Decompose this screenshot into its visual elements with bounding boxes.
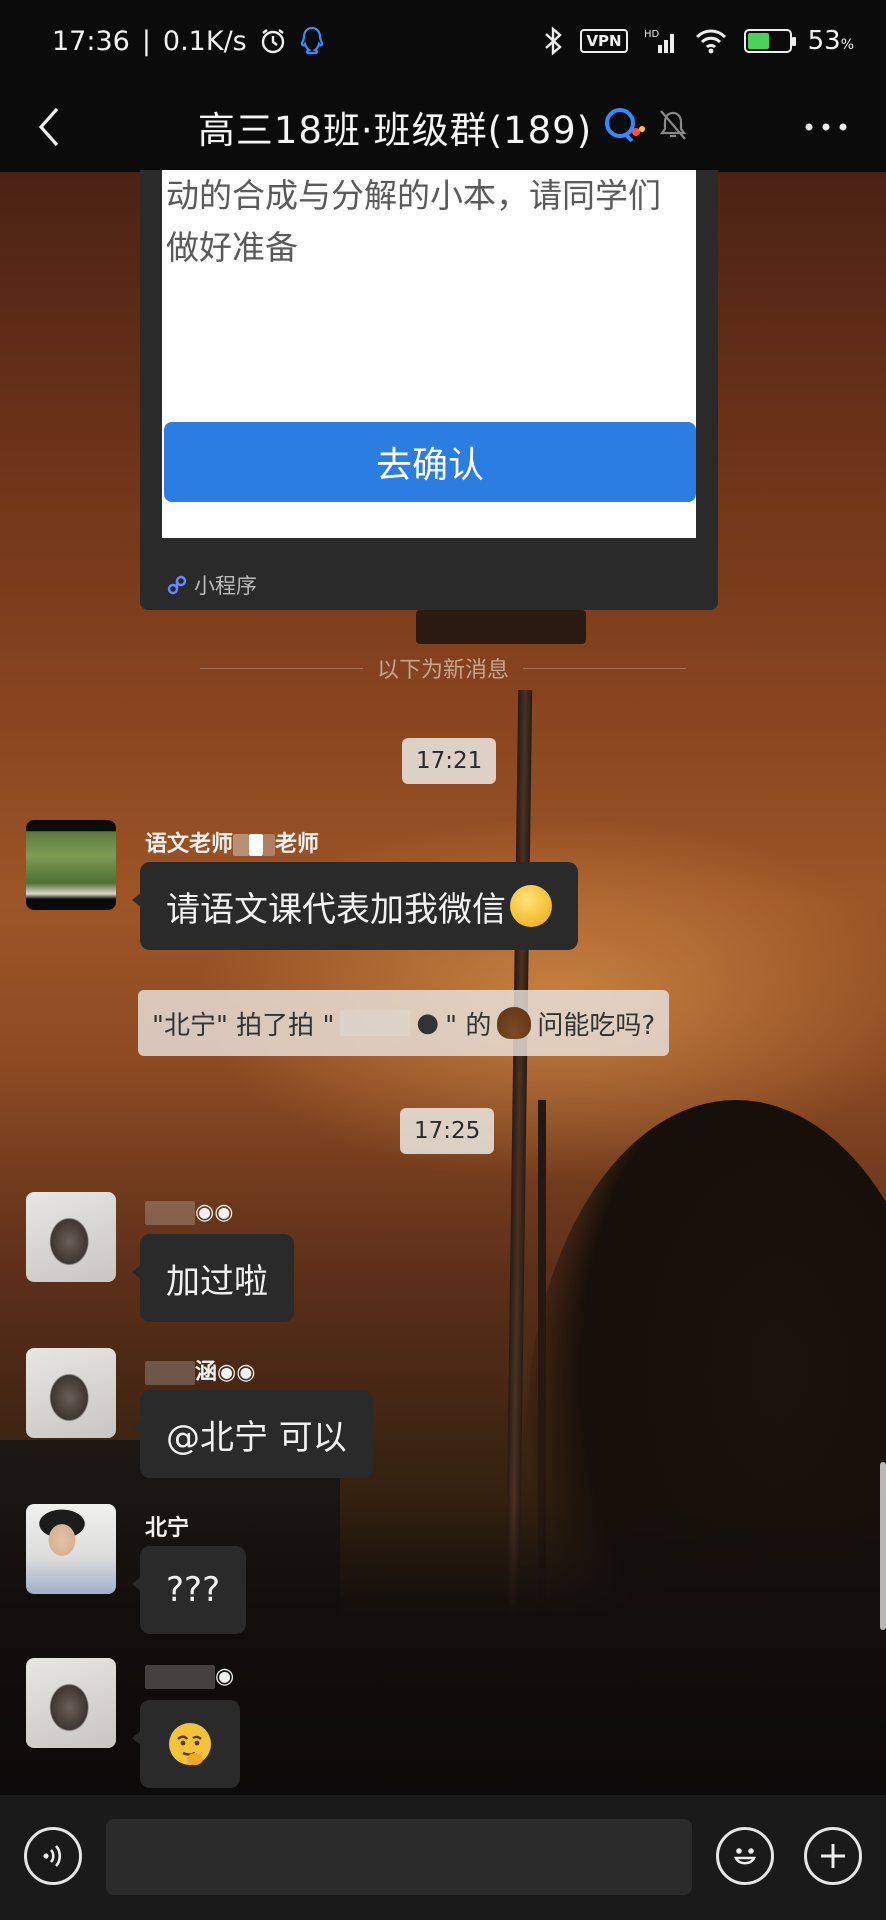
avatar[interactable] bbox=[26, 1658, 116, 1748]
background-city bbox=[0, 1500, 886, 1795]
add-button[interactable] bbox=[804, 1827, 862, 1885]
svg-text:HD: HD bbox=[644, 29, 660, 40]
card-footer: 小程序 bbox=[166, 570, 257, 600]
qq-icon bbox=[299, 26, 325, 56]
eyes-emoji-icon: ◉◉ bbox=[195, 1200, 234, 1225]
chat-title[interactable]: 高三18班·班级群(189) bbox=[198, 100, 592, 154]
eye-emoji-icon: ● bbox=[416, 1008, 440, 1038]
new-messages-label: 以下为新消息 bbox=[377, 658, 510, 683]
sender-name[interactable]: 涵◉◉ bbox=[145, 1354, 255, 1386]
message-bubble[interactable]: @北宁 可以 bbox=[132, 1390, 373, 1478]
mute-bell-icon[interactable] bbox=[658, 109, 688, 145]
alarm-icon bbox=[259, 27, 287, 55]
battery-icon bbox=[743, 29, 796, 53]
plus-icon bbox=[821, 1844, 845, 1868]
input-bar bbox=[0, 1795, 886, 1920]
signal-icon: HD bbox=[644, 27, 678, 55]
avatar[interactable] bbox=[26, 1348, 116, 1438]
voice-button[interactable] bbox=[24, 1827, 82, 1885]
avatar[interactable] bbox=[26, 1504, 116, 1594]
poop-emoji-icon bbox=[497, 1007, 532, 1039]
bluetooth-icon bbox=[542, 26, 564, 56]
eye-emoji-icon: ◉ bbox=[215, 1664, 235, 1689]
confirm-button[interactable]: 去确认 bbox=[164, 422, 696, 502]
timestamp-chip: 17:25 bbox=[400, 1108, 495, 1154]
sender-name[interactable]: ◉ bbox=[145, 1664, 234, 1689]
more-dots-icon bbox=[805, 123, 847, 131]
status-time: 17:36 bbox=[52, 25, 130, 57]
timestamp-chip: 17:21 bbox=[402, 738, 497, 784]
message-bubble[interactable]: ??? bbox=[131, 1546, 247, 1634]
group-badge-icon[interactable] bbox=[602, 105, 648, 149]
status-bar: 17:36 | 0.1K/s VPN HD 53% bbox=[0, 0, 886, 82]
status-speed: 0.1K/s bbox=[162, 25, 247, 57]
eyes-emoji-icon: ◉◉ bbox=[217, 1360, 256, 1385]
battery-percent: 53% bbox=[807, 26, 854, 56]
emoji-button[interactable] bbox=[716, 1827, 774, 1885]
smile-emoji-icon bbox=[510, 885, 552, 927]
wifi-icon bbox=[694, 27, 728, 55]
more-options-button[interactable] bbox=[796, 102, 856, 152]
chat-header: 高三18班·班级群(189) bbox=[0, 82, 886, 172]
avatar[interactable] bbox=[26, 820, 116, 910]
smiley-icon bbox=[734, 1848, 756, 1865]
card-text: 动的合成与分解的小本，请同学们做好准备 bbox=[166, 176, 661, 267]
sender-name[interactable]: 语文老师 老师 bbox=[145, 826, 319, 858]
system-nudge-note: "北宁" 拍了拍 " ● " 的 问能吃吗? bbox=[138, 990, 670, 1056]
status-divider: | bbox=[141, 25, 151, 57]
message-input[interactable] bbox=[106, 1819, 692, 1895]
thinking-emoji-icon bbox=[169, 1723, 211, 1765]
message-bubble[interactable]: 请语文课代表加我微信 bbox=[132, 862, 578, 950]
sender-name[interactable]: ◉◉ bbox=[145, 1200, 233, 1225]
vpn-icon: VPN bbox=[580, 29, 628, 53]
mini-program-card[interactable]: 动的合成与分解的小本，请同学们做好准备 去确认 小程序 bbox=[140, 170, 718, 610]
sender-name[interactable]: 北宁 bbox=[145, 1510, 189, 1542]
voice-icon bbox=[43, 1845, 62, 1867]
chat-scrollbar[interactable] bbox=[880, 1462, 886, 1630]
mini-program-label: 小程序 bbox=[194, 574, 257, 598]
card-content: 动的合成与分解的小本，请同学们做好准备 去确认 bbox=[162, 170, 696, 538]
background-lamp bbox=[416, 610, 586, 644]
new-messages-divider: 以下为新消息 bbox=[200, 652, 687, 684]
message-bubble[interactable] bbox=[132, 1700, 240, 1788]
mini-program-icon bbox=[167, 575, 187, 595]
avatar[interactable] bbox=[26, 1192, 116, 1282]
message-bubble[interactable]: 加过啦 bbox=[132, 1234, 294, 1322]
